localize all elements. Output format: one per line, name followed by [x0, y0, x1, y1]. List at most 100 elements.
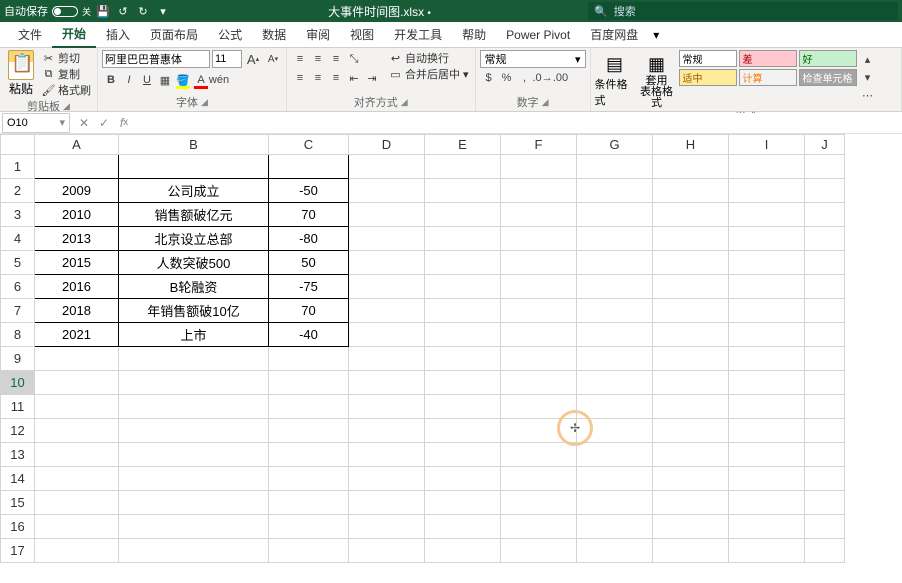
cell-H4[interactable]: [653, 227, 729, 251]
cell-I11[interactable]: [729, 395, 805, 419]
cell-J15[interactable]: [805, 491, 845, 515]
cell-J3[interactable]: [805, 203, 845, 227]
increase-font-button[interactable]: A▴: [244, 50, 262, 68]
decrease-indent-button[interactable]: ⇤: [345, 69, 363, 87]
cell-C8[interactable]: -40: [269, 323, 349, 347]
phonetic-button[interactable]: wén: [210, 71, 228, 89]
row-head-8[interactable]: 8: [1, 323, 35, 347]
cell-E17[interactable]: [425, 539, 501, 563]
cell-B12[interactable]: [119, 419, 269, 443]
orientation-button[interactable]: ⤡: [345, 50, 363, 68]
cell-C12[interactable]: [269, 419, 349, 443]
cell-F15[interactable]: [501, 491, 577, 515]
cell-J17[interactable]: [805, 539, 845, 563]
cell-A2[interactable]: 2009: [35, 179, 119, 203]
cell-G17[interactable]: [577, 539, 653, 563]
tab-review[interactable]: 审阅: [296, 22, 340, 48]
search-box[interactable]: 🔍 搜索: [588, 2, 898, 20]
cell-G6[interactable]: [577, 275, 653, 299]
tab-file[interactable]: 文件: [8, 22, 52, 48]
cell-G3[interactable]: [577, 203, 653, 227]
row-head-2[interactable]: 2: [1, 179, 35, 203]
cell-A4[interactable]: 2013: [35, 227, 119, 251]
cell-B15[interactable]: [119, 491, 269, 515]
cell-G1[interactable]: [577, 155, 653, 179]
cell-G14[interactable]: [577, 467, 653, 491]
cell-F17[interactable]: [501, 539, 577, 563]
cell-E10[interactable]: [425, 371, 501, 395]
formula-bar-input[interactable]: [138, 113, 902, 133]
tab-insert[interactable]: 插入: [96, 22, 140, 48]
cell-E16[interactable]: [425, 515, 501, 539]
cell-E3[interactable]: [425, 203, 501, 227]
tab-home[interactable]: 开始: [52, 22, 96, 48]
cell-G12[interactable]: [577, 419, 653, 443]
cell-E1[interactable]: [425, 155, 501, 179]
cell-F9[interactable]: [501, 347, 577, 371]
cell-C7[interactable]: 70: [269, 299, 349, 323]
col-head-F[interactable]: F: [501, 135, 577, 155]
cell-G8[interactable]: [577, 323, 653, 347]
autosave-toggle[interactable]: 自动保存 关: [4, 3, 91, 19]
align-right-button[interactable]: ≡: [327, 69, 345, 87]
cell-E6[interactable]: [425, 275, 501, 299]
decrease-font-button[interactable]: A▾: [264, 50, 282, 68]
cell-D1[interactable]: [349, 155, 425, 179]
cell-D6[interactable]: [349, 275, 425, 299]
cell-D12[interactable]: [349, 419, 425, 443]
cell-B16[interactable]: [119, 515, 269, 539]
cell-B9[interactable]: [119, 347, 269, 371]
cell-C4[interactable]: -80: [269, 227, 349, 251]
cell-I13[interactable]: [729, 443, 805, 467]
cell-E4[interactable]: [425, 227, 501, 251]
cell-D14[interactable]: [349, 467, 425, 491]
row-head-16[interactable]: 16: [1, 515, 35, 539]
align-center-button[interactable]: ≡: [309, 69, 327, 87]
cell-F8[interactable]: [501, 323, 577, 347]
cell-H3[interactable]: [653, 203, 729, 227]
italic-button[interactable]: I: [120, 71, 138, 89]
qat-dropdown-icon[interactable]: ▾: [155, 3, 171, 19]
cell-A14[interactable]: [35, 467, 119, 491]
cell-C14[interactable]: [269, 467, 349, 491]
cell-E2[interactable]: [425, 179, 501, 203]
cell-C3[interactable]: 70: [269, 203, 349, 227]
comma-button[interactable]: ,: [516, 69, 534, 87]
cell-D16[interactable]: [349, 515, 425, 539]
name-box[interactable]: O10▾: [2, 113, 70, 133]
paste-button[interactable]: 粘贴: [4, 50, 38, 97]
cell-E15[interactable]: [425, 491, 501, 515]
cell-H6[interactable]: [653, 275, 729, 299]
tab-page-layout[interactable]: 页面布局: [140, 22, 208, 48]
cell-A15[interactable]: [35, 491, 119, 515]
cell-E7[interactable]: [425, 299, 501, 323]
cell-I10[interactable]: [729, 371, 805, 395]
cell-F10[interactable]: [501, 371, 577, 395]
redo-icon[interactable]: ↻: [135, 3, 151, 19]
clipboard-launcher-icon[interactable]: ◢: [63, 101, 70, 112]
cell-F4[interactable]: [501, 227, 577, 251]
align-top-button[interactable]: ≡: [291, 50, 309, 68]
cell-J9[interactable]: [805, 347, 845, 371]
cell-I6[interactable]: [729, 275, 805, 299]
cell-D9[interactable]: [349, 347, 425, 371]
tab-power-pivot[interactable]: Power Pivot: [496, 22, 580, 48]
cell-I14[interactable]: [729, 467, 805, 491]
font-color-button[interactable]: A: [192, 71, 210, 89]
cell-G5[interactable]: [577, 251, 653, 275]
cell-C5[interactable]: 50: [269, 251, 349, 275]
cell-G15[interactable]: [577, 491, 653, 515]
cell-H12[interactable]: [653, 419, 729, 443]
cell-G9[interactable]: [577, 347, 653, 371]
cell-C15[interactable]: [269, 491, 349, 515]
cell-I1[interactable]: [729, 155, 805, 179]
cell-C1[interactable]: 位置: [269, 155, 349, 179]
row-head-5[interactable]: 5: [1, 251, 35, 275]
cell-B3[interactable]: 销售额破亿元: [119, 203, 269, 227]
row-head-15[interactable]: 15: [1, 491, 35, 515]
col-head-H[interactable]: H: [653, 135, 729, 155]
number-format-dropdown[interactable]: 常规▾: [480, 50, 586, 68]
cell-H8[interactable]: [653, 323, 729, 347]
cell-I9[interactable]: [729, 347, 805, 371]
confirm-formula-button[interactable]: ✓: [94, 113, 114, 133]
